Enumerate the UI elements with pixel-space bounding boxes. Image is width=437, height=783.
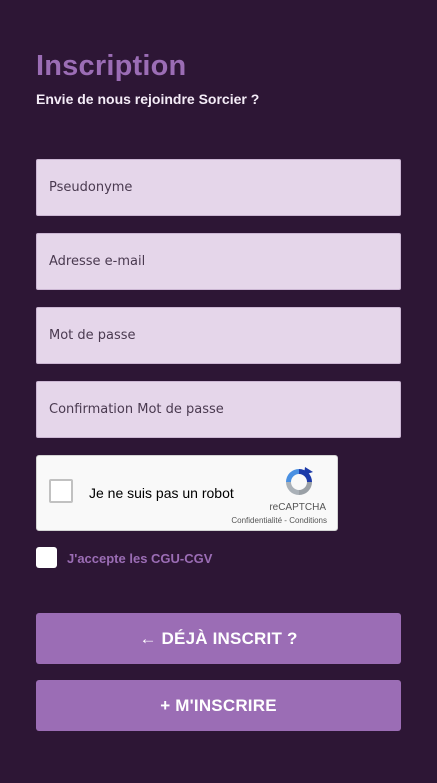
pseudonyme-input[interactable] [36, 159, 401, 216]
recaptcha-widget: Je ne suis pas un robot reCAPTCHA Confid… [36, 455, 338, 531]
already-registered-button[interactable]: ← DÉJÀ INSCRIT ? [36, 613, 401, 664]
password-input[interactable] [36, 307, 401, 364]
recaptcha-brand: reCAPTCHA [269, 502, 326, 513]
register-button[interactable]: + M'INSCRIRE [36, 680, 401, 731]
recaptcha-links: Confidentialité - Conditions [231, 516, 327, 525]
recaptcha-label: Je ne suis pas un robot [89, 485, 234, 501]
confirm-password-input[interactable] [36, 381, 401, 438]
recaptcha-terms-link[interactable]: Conditions [289, 516, 327, 525]
recaptcha-privacy-link[interactable]: Confidentialité [231, 516, 282, 525]
page-title: Inscription [36, 50, 187, 82]
email-input[interactable] [36, 233, 401, 290]
cgu-label[interactable]: J'accepte les CGU-CGV [67, 551, 212, 566]
recaptcha-logo-icon [286, 467, 313, 495]
recaptcha-checkbox[interactable] [49, 479, 73, 503]
page-subtitle: Envie de nous rejoindre Sorcier ? [36, 91, 260, 107]
cgu-checkbox[interactable] [36, 547, 57, 568]
